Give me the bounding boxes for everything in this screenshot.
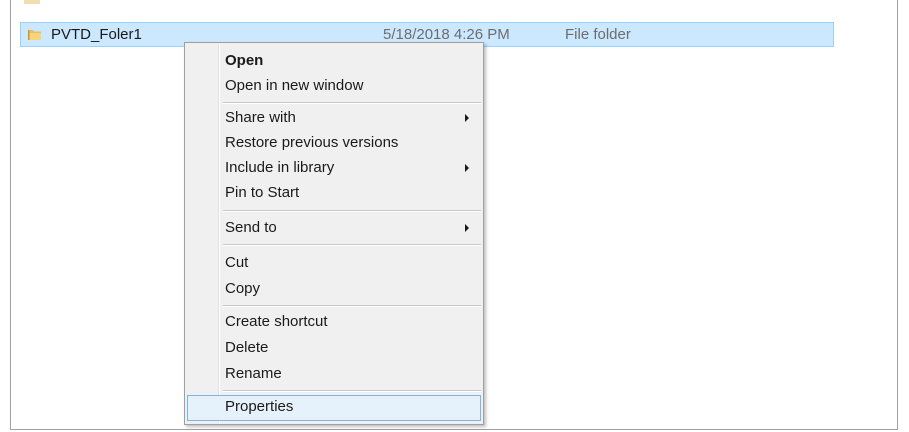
previous-row-edge: [24, 0, 40, 4]
file-name: PVTD_Foler1: [51, 26, 142, 43]
menu-item-copy[interactable]: Copy: [187, 277, 481, 301]
menu-item-label: Cut: [225, 254, 249, 271]
menu-item-rename[interactable]: Rename: [187, 362, 481, 386]
menu-item-share-with[interactable]: Share with: [187, 106, 481, 130]
menu-item-label: Delete: [225, 339, 269, 356]
menu-item-label: Restore previous versions: [225, 134, 399, 151]
menu-item-open[interactable]: Open: [187, 49, 481, 73]
menu-item-label: Send to: [225, 219, 277, 236]
submenu-arrow-icon: [465, 164, 469, 172]
menu-item-label: Pin to Start: [225, 184, 300, 201]
menu-item-label: Rename: [225, 365, 282, 382]
menu-item-label: Create shortcut: [225, 313, 328, 330]
file-date-modified: 5/18/2018 4:26 PM: [383, 26, 510, 43]
context-menu: Open Open in new window Share with Resto…: [184, 42, 484, 425]
menu-separator: [223, 305, 481, 307]
file-type: File folder: [565, 26, 631, 43]
menu-item-delete[interactable]: Delete: [187, 336, 481, 360]
menu-separator: [223, 390, 481, 392]
menu-item-label: Copy: [225, 280, 261, 297]
menu-item-include-in-library[interactable]: Include in library: [187, 156, 481, 180]
folder-icon: [27, 27, 42, 42]
menu-item-create-shortcut[interactable]: Create shortcut: [187, 310, 481, 334]
menu-item-label: Include in library: [225, 159, 335, 176]
menu-item-restore-previous-versions[interactable]: Restore previous versions: [187, 131, 481, 155]
menu-separator: [223, 102, 481, 104]
menu-item-label: Properties: [225, 398, 294, 415]
menu-item-label: Open: [225, 52, 264, 69]
submenu-arrow-icon: [465, 224, 469, 232]
menu-item-pin-to-start[interactable]: Pin to Start: [187, 181, 481, 205]
menu-item-cut[interactable]: Cut: [187, 251, 481, 275]
menu-separator: [223, 244, 481, 246]
menu-item-properties[interactable]: Properties: [187, 395, 481, 421]
menu-separator: [223, 210, 481, 212]
menu-item-send-to[interactable]: Send to: [187, 216, 481, 240]
submenu-arrow-icon: [465, 114, 469, 122]
menu-item-open-in-new-window[interactable]: Open in new window: [187, 74, 481, 98]
menu-item-label: Open in new window: [225, 77, 364, 94]
menu-item-label: Share with: [225, 109, 296, 126]
